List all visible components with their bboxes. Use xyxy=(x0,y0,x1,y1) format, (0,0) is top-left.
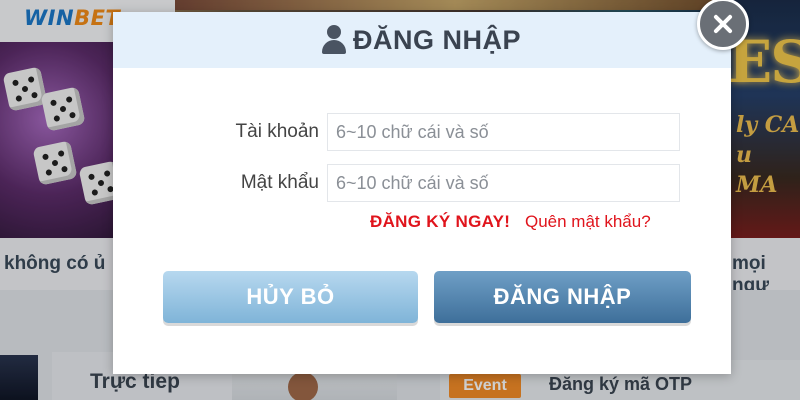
login-dialog: ĐĂNG NHẬP Tài khoản Mật khẩu ĐĂNG KÝ NGA… xyxy=(113,12,731,374)
dialog-title-group: ĐĂNG NHẬP xyxy=(321,23,521,57)
login-button[interactable]: ĐĂNG NHẬP xyxy=(434,271,691,323)
dialog-title: ĐĂNG NHẬP xyxy=(353,24,522,55)
register-link[interactable]: ĐĂNG KÝ NGAY! xyxy=(370,212,510,231)
dialog-header: ĐĂNG NHẬP xyxy=(113,12,731,68)
user-icon xyxy=(321,25,347,55)
username-input[interactable] xyxy=(327,113,680,151)
user-icon-head xyxy=(327,25,341,39)
forgot-password-link[interactable]: Quên mật khẩu? xyxy=(525,212,651,231)
cancel-button[interactable]: HỦY BỎ xyxy=(163,271,418,323)
auth-links: ĐĂNG KÝ NGAY! Quên mật khẩu? xyxy=(370,212,651,232)
password-input[interactable] xyxy=(327,164,680,202)
close-icon[interactable] xyxy=(697,0,749,50)
username-label: Tài khoản xyxy=(235,121,319,142)
password-label: Mật khẩu xyxy=(240,172,319,193)
user-icon-body xyxy=(322,40,346,54)
